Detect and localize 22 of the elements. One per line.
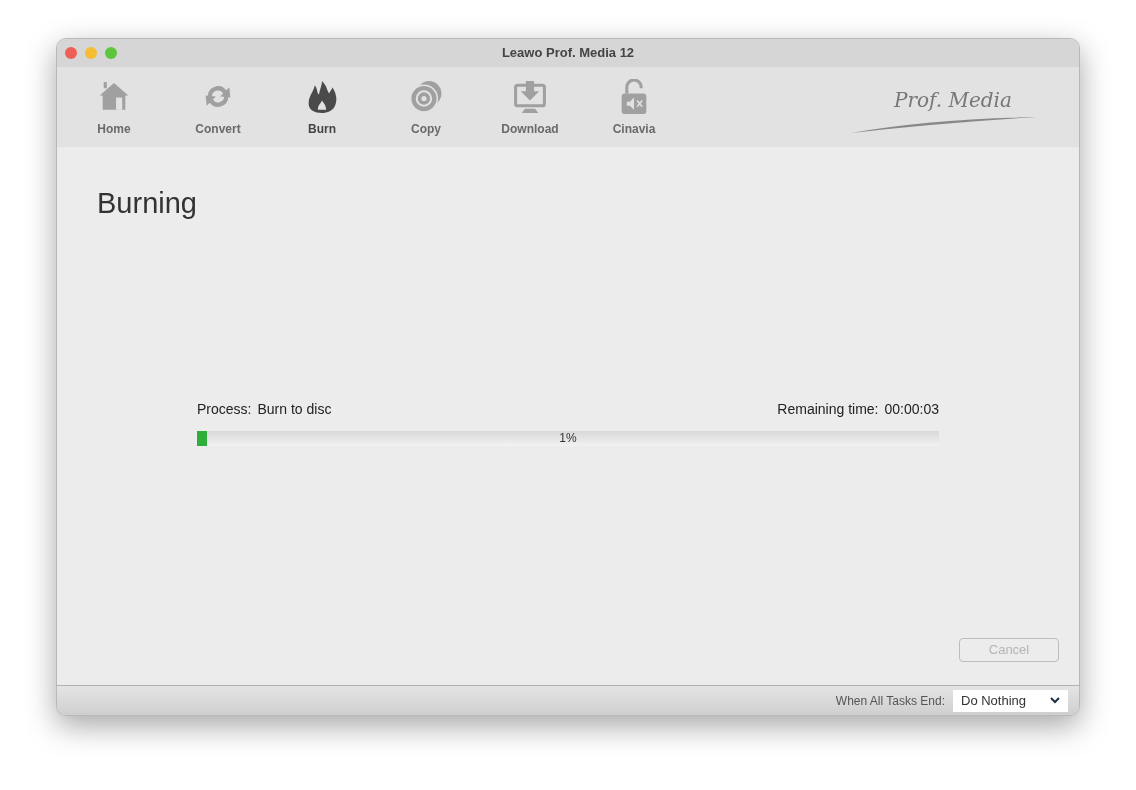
status-label: When All Tasks End: <box>835 692 945 710</box>
toolbar-tab[interactable]: Home <box>62 78 166 138</box>
toolbar-tab[interactable]: Cinavia <box>582 78 686 138</box>
remaining-time-value: 00:00:03 <box>884 400 939 419</box>
tasks-end-dropdown[interactable]: Do Nothing <box>953 689 1068 712</box>
progress-percent: 1% <box>559 431 577 446</box>
download-icon <box>512 78 548 115</box>
logo-text: Prof. Media <box>894 87 1012 114</box>
chevron-down-icon <box>1050 697 1060 704</box>
close-button[interactable] <box>65 47 77 59</box>
toolbar-tab[interactable]: Copy <box>374 78 478 138</box>
disc-icon <box>408 78 444 115</box>
zoom-button[interactable] <box>105 47 117 59</box>
toolbar-tab[interactable]: Convert <box>166 78 270 138</box>
remaining-time-label: Remaining time: <box>777 400 879 419</box>
toolbar-tab[interactable]: Download <box>478 78 582 138</box>
toolbar-tab[interactable]: Burn <box>270 78 374 138</box>
process-value: Burn to disc <box>257 400 332 419</box>
minimize-button[interactable] <box>85 47 97 59</box>
process-label: Process: <box>197 400 252 419</box>
page-heading: Burning <box>97 186 198 221</box>
window-title: Leawo Prof. Media 12 <box>501 44 635 63</box>
